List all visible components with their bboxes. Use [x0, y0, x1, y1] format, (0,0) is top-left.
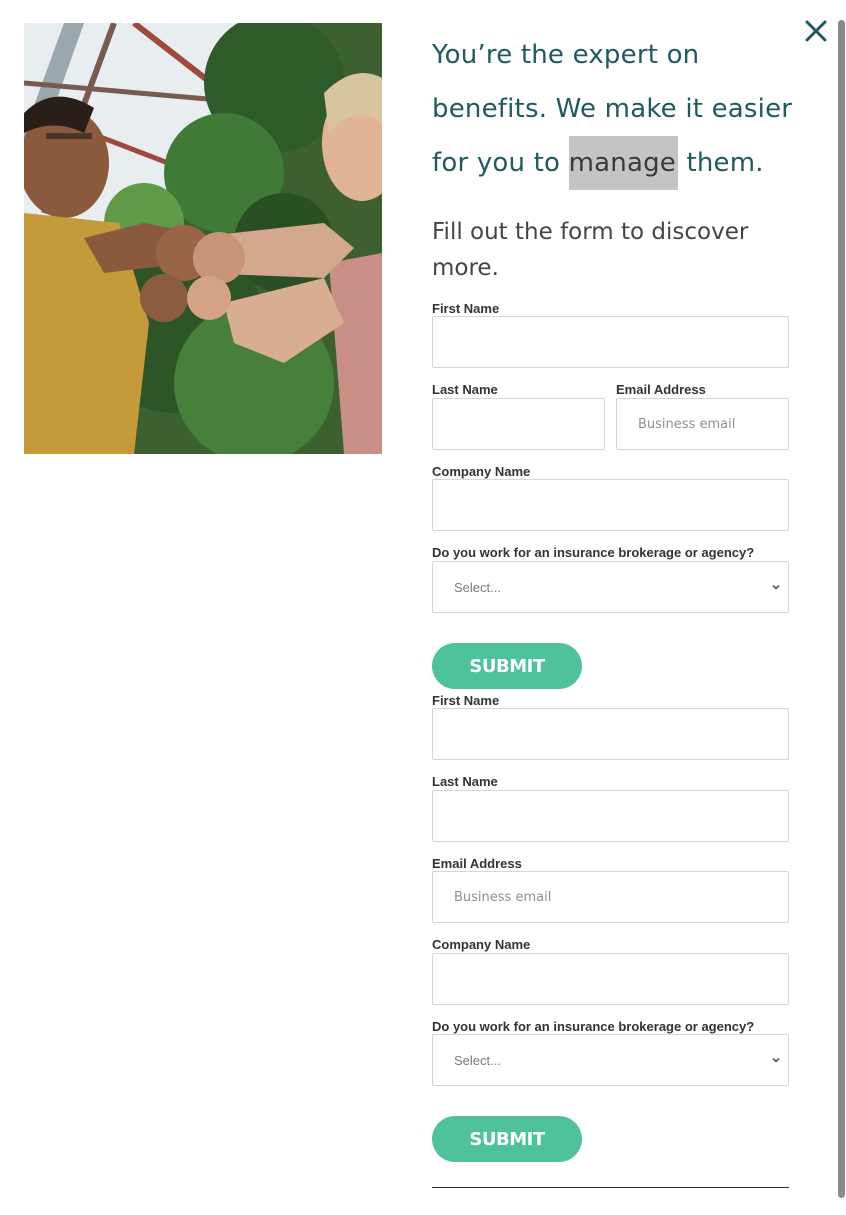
brokerage-question-label: Do you work for an insurance brokerage o…	[432, 545, 755, 560]
headline-highlighted-word: manage	[568, 136, 678, 190]
last-name-label: Last Name	[432, 382, 498, 397]
brokerage-select-value: Select...	[454, 1052, 501, 1068]
headline-text-end: them.	[678, 148, 764, 178]
submit-button[interactable]: SUBMIT	[432, 1116, 582, 1162]
first-name-label: First Name	[432, 693, 500, 708]
email-input[interactable]	[432, 871, 789, 923]
brokerage-select-value: Select...	[454, 579, 501, 595]
scrollbar-thumb[interactable]	[838, 20, 845, 1198]
company-name-input[interactable]	[432, 479, 789, 531]
intro-text: Fill out the form to discover more.	[432, 219, 749, 281]
email-label: Email Address	[616, 382, 706, 397]
brokerage-select[interactable]: Select...	[432, 561, 789, 613]
first-name-input[interactable]	[432, 708, 789, 760]
last-name-input[interactable]	[432, 398, 605, 450]
email-label: Email Address	[432, 856, 522, 871]
divider-line	[432, 1187, 789, 1188]
submit-button[interactable]: SUBMIT	[432, 643, 582, 689]
scrollbar[interactable]	[837, 20, 846, 1200]
headline: You’re the expert on benefits. We make i…	[432, 28, 812, 190]
brokerage-select[interactable]: Select...	[432, 1034, 789, 1086]
chevron-down-icon	[772, 1057, 780, 1063]
first-name-input[interactable]	[432, 316, 789, 368]
first-name-label: First Name	[432, 301, 500, 316]
company-name-label: Company Name	[432, 937, 531, 952]
email-input[interactable]	[616, 398, 789, 450]
people-fist-bump-image	[24, 23, 382, 454]
chevron-down-icon	[772, 584, 780, 590]
brokerage-question-label: Do you work for an insurance brokerage o…	[432, 1019, 755, 1034]
company-name-input[interactable]	[432, 953, 789, 1005]
hero-photo	[24, 23, 382, 454]
company-name-label: Company Name	[432, 464, 531, 479]
last-name-input[interactable]	[432, 790, 789, 842]
last-name-label: Last Name	[432, 774, 498, 789]
